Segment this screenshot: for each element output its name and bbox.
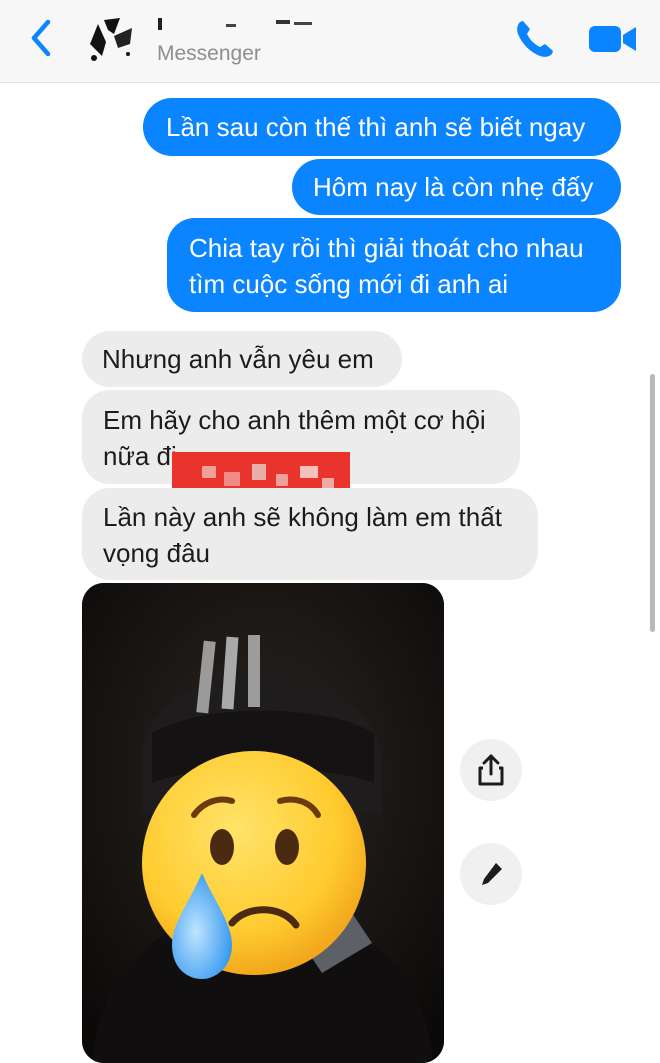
- message-incoming[interactable]: Nhưng anh vẫn yêu em: [82, 331, 402, 387]
- photo-message[interactable]: [82, 583, 444, 1063]
- message-text: vọng đâu: [103, 538, 210, 568]
- video-call-button[interactable]: [586, 16, 640, 62]
- message-text: Lần sau còn thế thì anh sẽ biết ngay: [166, 112, 586, 142]
- phone-icon: [517, 21, 553, 57]
- edit-button[interactable]: [460, 843, 522, 905]
- chat-header: Messenger: [0, 0, 660, 83]
- message-incoming[interactable]: Lần này anh sẽ không làm em thất vọng đâ…: [82, 488, 538, 580]
- message-text: tìm cuộc sống mới đi anh ai: [189, 269, 509, 299]
- contact-avatar[interactable]: [84, 14, 140, 64]
- back-button[interactable]: [22, 18, 62, 58]
- share-button[interactable]: [460, 739, 522, 801]
- scrollbar[interactable]: [650, 374, 655, 632]
- message-text: Hôm nay là còn nhẹ đấy: [313, 172, 594, 202]
- message-text: Chia tay rồi thì giải thoát cho nhau: [189, 233, 584, 263]
- contact-name-redacted[interactable]: [156, 10, 326, 38]
- message-text: Lần này anh sẽ không làm em thất: [103, 502, 502, 532]
- share-icon: [478, 754, 504, 786]
- message-outgoing[interactable]: Lần sau còn thế thì anh sẽ biết ngay: [143, 98, 621, 156]
- video-camera-icon: [589, 26, 636, 52]
- header-subtitle: Messenger: [157, 42, 261, 65]
- pencil-icon: [482, 863, 502, 885]
- message-text: Nhưng anh vẫn yêu em: [102, 344, 374, 374]
- call-button[interactable]: [512, 16, 558, 62]
- message-outgoing[interactable]: Chia tay rồi thì giải thoát cho nhau tìm…: [167, 218, 621, 312]
- message-text: Em hãy cho anh thêm một cơ hội: [103, 405, 486, 435]
- chevron-left-icon: [31, 19, 51, 57]
- message-outgoing[interactable]: Hôm nay là còn nhẹ đấy: [292, 159, 621, 215]
